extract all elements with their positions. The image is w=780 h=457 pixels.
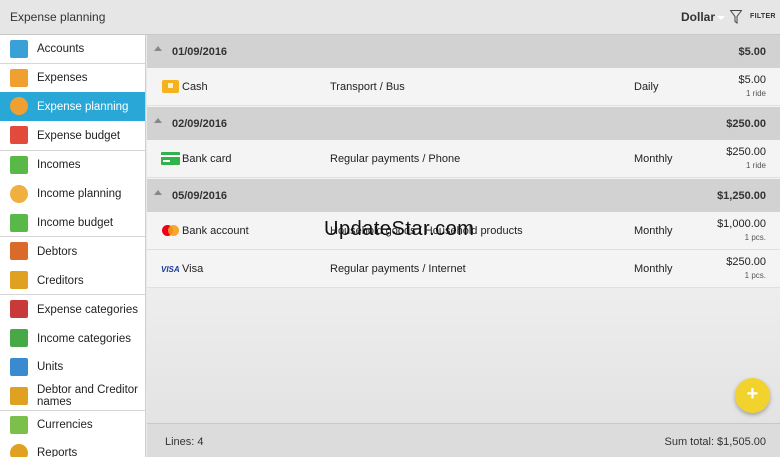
sidebar-item-label: Income budget [37,217,114,229]
incomes-icon [10,156,28,174]
expenses-icon [10,69,28,87]
category: Regular payments / Internet [330,263,466,275]
currency-selector[interactable]: Dollar [681,10,726,24]
creditors-icon [10,271,28,289]
sidebar-item-label: Expense categories [37,304,139,316]
income-budget-icon [10,214,28,232]
group-total: $5.00 [738,46,766,58]
account-name: Bank account [182,225,249,237]
page-title: Expense planning [10,10,106,24]
income-planning-icon [10,185,28,203]
expense-categories-icon [10,300,28,318]
sidebar-item-label: Income categories [37,333,131,345]
amount: $250.00 [726,146,766,158]
sidebar-item-label: Expense budget [37,130,121,142]
top-app-bar: Expense planning Dollar FILTER [0,0,780,35]
group-total: $1,250.00 [717,190,766,202]
sidebar-item-accounts[interactable]: Accounts [0,35,145,63]
quantity: 1 ride [745,161,766,170]
lines-count: Lines: 4 [165,436,204,448]
sidebar-item-expense-planning[interactable]: Expense planning [0,92,145,121]
sidebar-item-label: Expense planning [37,101,129,113]
bank-card-icon [161,152,180,165]
currency-label: Dollar [681,10,716,24]
list-item[interactable]: Cash Transport / Bus Daily $5.00 1 ride [147,68,780,106]
visa-icon: VISA [161,265,180,274]
period: Monthly [634,263,673,275]
chevron-up-icon [154,190,162,195]
units-icon [10,358,28,376]
chevron-down-icon [717,15,726,20]
sidebar-item-label: Creditors [37,275,84,287]
account-name: Visa [182,263,204,275]
category: Transport / Bus [330,81,405,93]
accounts-icon [10,40,28,58]
amount: $1,000.00 [717,218,766,230]
mastercard-icon [162,225,179,236]
sidebar-item-debtor-creditor-names[interactable]: Debtor and Creditor names [0,381,145,410]
quantity: 1 pcs. [744,233,766,242]
group-header[interactable]: 01/09/2016 $5.00 [147,35,780,68]
filter-button[interactable]: FILTER [750,13,776,20]
expense-budget-icon [10,126,28,144]
cash-icon [162,80,179,93]
sidebar-item-reports[interactable]: Reports [0,439,145,457]
chevron-up-icon [154,118,162,123]
sidebar-item-currencies[interactable]: Currencies [0,411,145,439]
sidebar: Accounts Expenses Expense planning Expen… [0,35,146,457]
expense-planning-icon [10,97,28,115]
sidebar-item-label: Units [37,361,64,373]
sidebar-item-creditors[interactable]: Creditors [0,266,145,294]
chevron-up-icon [154,46,162,51]
group-date: 05/09/2016 [172,190,228,202]
period: Monthly [634,225,673,237]
debtor-creditor-names-icon [10,387,28,405]
sidebar-item-expenses[interactable]: Expenses [0,64,145,92]
sidebar-item-label: Expenses [37,72,88,84]
sidebar-item-label: Debtor and Creditor names [37,384,138,408]
watermark: UpdateStar.com [324,218,475,240]
svg-text:VISA: VISA [161,265,180,274]
sidebar-item-units[interactable]: Units [0,353,145,381]
income-categories-icon [10,329,28,347]
period: Daily [634,81,659,93]
planning-list: 01/09/2016 $5.00 Cash Transport / Bus Da… [147,35,780,423]
sidebar-item-label: Accounts [37,43,85,55]
filter-icon[interactable] [730,10,742,24]
sidebar-item-label: Debtors [37,246,78,258]
debtors-icon [10,242,28,260]
group-date: 02/09/2016 [172,118,228,130]
sidebar-item-label: Income planning [37,188,122,200]
sidebar-item-incomes[interactable]: Incomes [0,151,145,180]
sidebar-item-expense-budget[interactable]: Expense budget [0,121,145,150]
list-item[interactable]: VISA Visa Regular payments / Internet Mo… [147,250,780,288]
sidebar-item-income-planning[interactable]: Income planning [0,180,145,209]
sidebar-item-label: Reports [37,447,78,457]
amount: $250.00 [726,256,766,268]
list-item[interactable]: Bank card Regular payments / Phone Month… [147,140,780,178]
category: Regular payments / Phone [330,153,461,165]
add-button[interactable]: + [735,378,770,413]
sidebar-item-label: Incomes [37,159,81,171]
quantity: 1 pcs. [744,271,766,280]
sidebar-item-expense-categories[interactable]: Expense categories [0,295,145,324]
sidebar-item-label: Currencies [37,419,93,431]
amount: $5.00 [738,74,766,86]
group-date: 01/09/2016 [172,46,228,58]
period: Monthly [634,153,673,165]
group-total: $250.00 [726,118,766,130]
group-header[interactable]: 02/09/2016 $250.00 [147,107,780,140]
summary-bar: Lines: 4 Sum total: $1,505.00 [147,423,780,457]
quantity: 1 ride [745,89,766,98]
sum-total: Sum total: $1,505.00 [664,436,766,448]
sidebar-item-income-budget[interactable]: Income budget [0,209,145,237]
group-header[interactable]: 05/09/2016 $1,250.00 [147,179,780,212]
sidebar-item-debtors[interactable]: Debtors [0,237,145,266]
account-name: Cash [182,81,208,93]
reports-icon [10,444,28,457]
account-name: Bank card [182,153,232,165]
currencies-icon [10,416,28,434]
sidebar-item-income-categories[interactable]: Income categories [0,324,145,353]
